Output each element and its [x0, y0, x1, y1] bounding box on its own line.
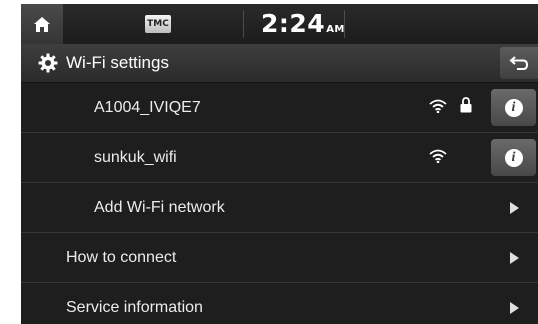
status-divider	[344, 10, 345, 38]
how-to-connect-label: How to connect	[66, 249, 177, 266]
chevron-right-icon	[510, 302, 519, 314]
wifi-settings-screen: TMC 2:24AM Wi-Fi settings A1004_IVIQE7 i…	[21, 4, 538, 324]
back-button[interactable]	[500, 47, 538, 79]
network-row-a1004[interactable]: A1004_IVIQE7 i	[21, 83, 538, 133]
add-network-label: Add Wi-Fi network	[94, 199, 225, 216]
network-name: A1004_IVIQE7	[94, 99, 201, 116]
tmc-badge: TMC	[145, 15, 171, 33]
clock: 2:24AM	[261, 10, 345, 44]
status-bar: TMC 2:24AM	[21, 4, 538, 44]
status-divider	[243, 10, 244, 38]
network-info-button[interactable]: i	[491, 139, 536, 176]
wifi-signal-icon	[429, 99, 447, 113]
gear-icon	[38, 53, 58, 73]
network-name: sunkuk_wifi	[94, 149, 177, 166]
clock-time: 2:24	[261, 9, 326, 38]
info-icon: i	[504, 98, 523, 117]
chevron-right-icon	[510, 252, 519, 264]
how-to-connect-item[interactable]: How to connect	[21, 233, 538, 283]
service-information-item[interactable]: Service information	[21, 283, 538, 324]
service-information-label: Service information	[66, 299, 203, 316]
back-arrow-icon	[509, 56, 529, 70]
chevron-right-icon	[510, 202, 519, 214]
info-icon: i	[504, 148, 523, 167]
page-title: Wi-Fi settings	[66, 53, 169, 72]
home-icon	[34, 16, 50, 32]
add-wifi-network-item[interactable]: Add Wi-Fi network	[21, 183, 538, 233]
home-button[interactable]	[21, 4, 63, 44]
network-row-sunkuk[interactable]: sunkuk_wifi i	[21, 133, 538, 183]
network-info-button[interactable]: i	[491, 89, 536, 126]
lock-icon	[460, 97, 472, 113]
clock-ampm: AM	[326, 24, 345, 35]
title-bar: Wi-Fi settings	[21, 44, 538, 83]
wifi-signal-icon	[429, 149, 447, 163]
